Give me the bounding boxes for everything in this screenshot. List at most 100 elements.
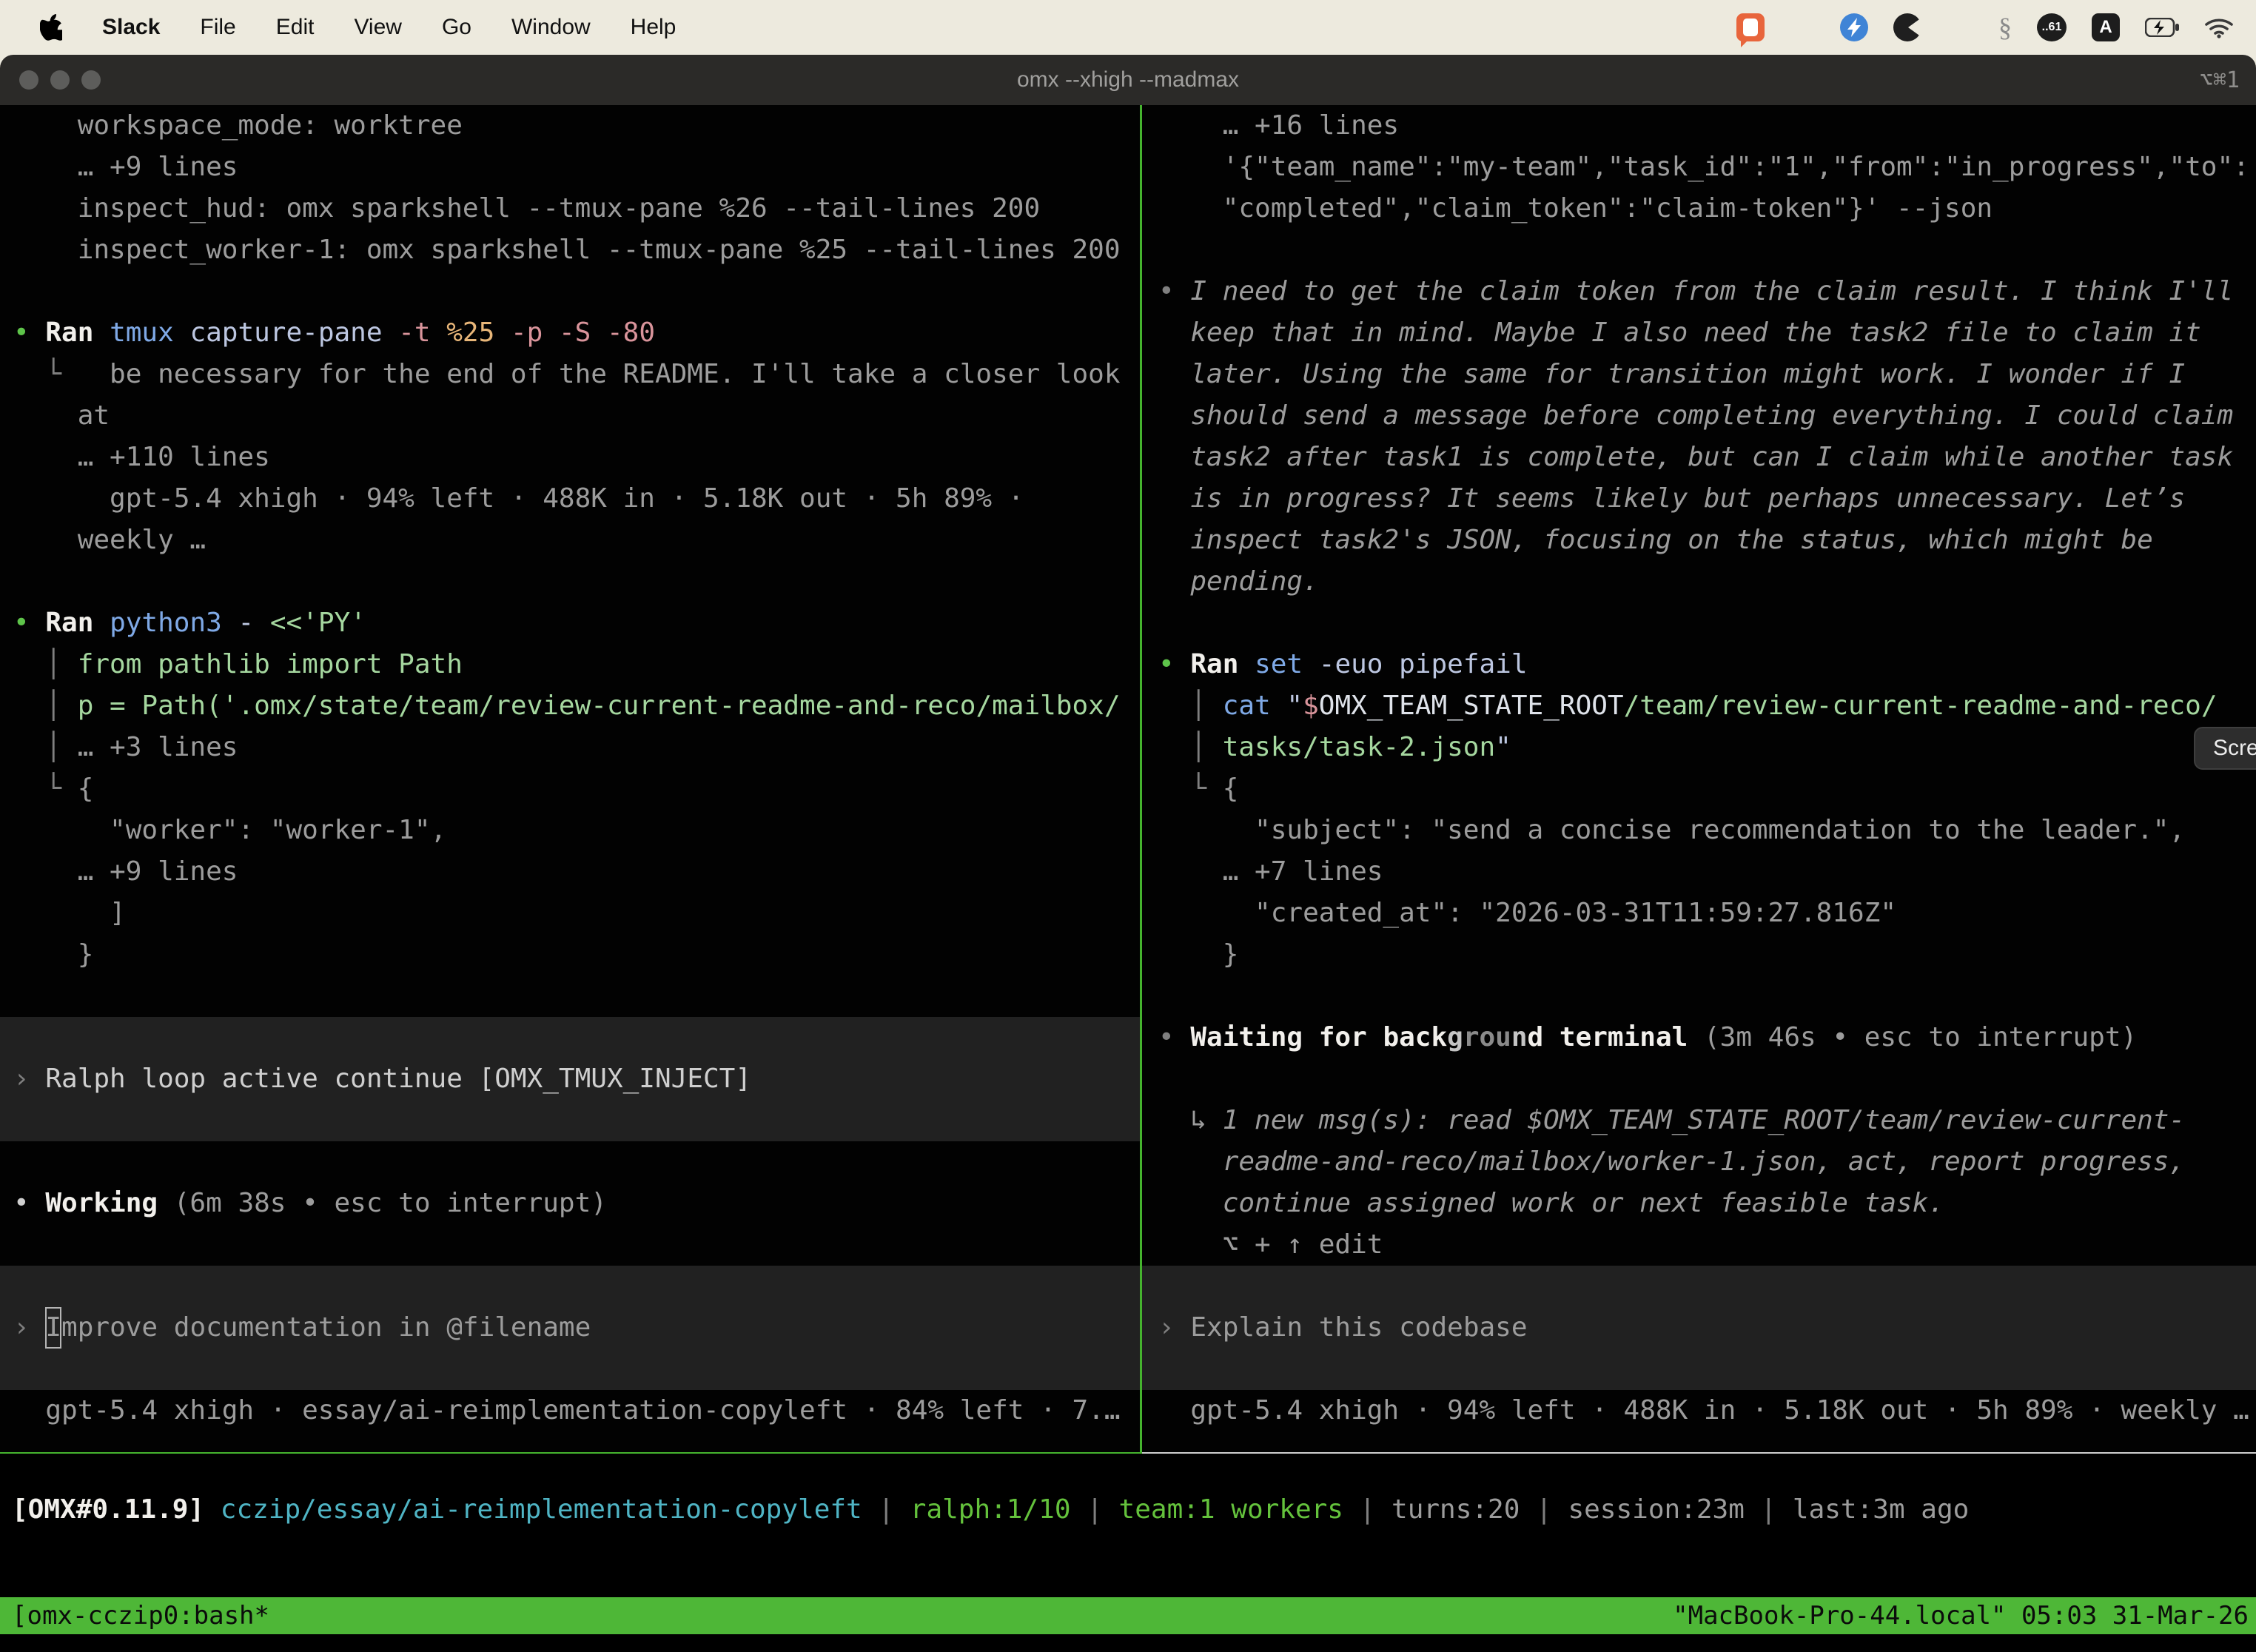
minimize-button[interactable] bbox=[50, 70, 70, 90]
text-segment: | bbox=[878, 1494, 910, 1525]
squiggle-icon[interactable]: § bbox=[1998, 14, 2012, 41]
zoom-button[interactable] bbox=[81, 70, 101, 90]
terminal-line bbox=[0, 1141, 1140, 1183]
edit-hint: ⌥ + ↑ edit bbox=[1142, 1224, 2256, 1266]
terminal-line: gpt-5.4 xhigh · 94% left · 488K in · 5.1… bbox=[0, 478, 1140, 520]
menu-app-name[interactable]: Slack bbox=[102, 15, 160, 40]
text-segment: • bbox=[13, 1188, 45, 1218]
text-segment: gpt-5.4 xhigh · 94% left · 488K in · 5.1… bbox=[13, 483, 1024, 514]
right-pane-log: … +16 lines '{"team_name":"my-team","tas… bbox=[1142, 105, 2256, 976]
text-segment: inspect_hud: omx sparkshell --tmux-pane … bbox=[13, 193, 1040, 224]
text-segment: Ran bbox=[1190, 649, 1255, 679]
tmux-window-label[interactable]: [omx-cczip0:bash* bbox=[12, 1601, 269, 1631]
wifi-icon[interactable] bbox=[2204, 16, 2234, 38]
terminal-line: ] bbox=[0, 893, 1140, 934]
dots-grid-icon[interactable] bbox=[1947, 14, 1973, 41]
text-segment: should send a message before completing … bbox=[1158, 400, 2233, 431]
text-segment: is in progress? It seems likely but perh… bbox=[1158, 483, 2185, 514]
text-segment: • bbox=[1158, 649, 1190, 679]
text-segment: └ bbox=[13, 359, 110, 389]
text-segment: g bbox=[1447, 1022, 1463, 1052]
terminal-panes: workspace_mode: worktree … +9 lines insp… bbox=[0, 105, 2256, 1454]
terminal-line: '{"team_name":"my-team","task_id":"1","f… bbox=[1142, 147, 2256, 188]
menu-item-view[interactable]: View bbox=[354, 15, 401, 40]
text-segment: Waiting for back bbox=[1190, 1022, 1447, 1052]
left-pane-working: • Working (6m 38s • esc to interrupt) bbox=[0, 1141, 1140, 1224]
terminal-line: └ { bbox=[1142, 768, 2256, 810]
terminal-line: │ p = Path('.omx/state/team/review-curre… bbox=[0, 685, 1140, 727]
terminal-line: "subject": "send a concise recommendatio… bbox=[1142, 810, 2256, 851]
screen: { "menu_bar": { "app_name": "Slack", "it… bbox=[0, 0, 2256, 1652]
right-terminal-pane[interactable]: … +16 lines '{"team_name":"my-team","tas… bbox=[1142, 105, 2256, 1454]
text-segment: inspect_worker-1: omx sparkshell --tmux-… bbox=[13, 235, 1121, 265]
text-segment: | bbox=[1536, 1494, 1568, 1525]
screenshot-chat-icon[interactable] bbox=[1736, 13, 1765, 41]
terminal-line: • Ran set -euo pipefail bbox=[1142, 644, 2256, 685]
terminal-line: │ tasks/task-2.json" bbox=[1142, 727, 2256, 768]
terminal-line bbox=[1142, 229, 2256, 271]
screen-tooltip: Scre bbox=[2194, 727, 2256, 770]
left-input-area[interactable]: › Improve documentation in @filename bbox=[0, 1266, 1140, 1390]
text-segment: - bbox=[238, 608, 269, 638]
terminal-line bbox=[1142, 976, 2256, 1017]
text-segment: last:3m ago bbox=[1793, 1494, 1969, 1525]
text-segment: inspect task2's JSON, focusing on the st… bbox=[1158, 525, 2153, 555]
terminal-line: workspace_mode: worktree bbox=[0, 105, 1140, 147]
circle-61-icon[interactable]: ..61 bbox=[2037, 13, 2067, 41]
text-segment: -80 bbox=[607, 318, 655, 348]
terminal-line: pending. bbox=[1142, 561, 2256, 602]
text-segment: ↳ bbox=[1158, 1105, 1223, 1135]
text-segment: python3 bbox=[110, 608, 238, 638]
right-input-area[interactable]: › Explain this codebase bbox=[1142, 1266, 2256, 1390]
grid-shield-icon[interactable] bbox=[1790, 14, 1815, 41]
terminal-line: "completed","claim_token":"claim-token"}… bbox=[1142, 188, 2256, 229]
text-segment: | bbox=[1761, 1494, 1793, 1525]
battery-icon[interactable] bbox=[2145, 18, 2179, 37]
terminal-line: … +9 lines bbox=[0, 851, 1140, 893]
model-status-right: gpt-5.4 xhigh · 94% left · 488K in · 5.1… bbox=[1142, 1390, 2256, 1431]
menu-item-go[interactable]: Go bbox=[442, 15, 471, 40]
contrast-circle-icon[interactable] bbox=[1893, 13, 1921, 41]
text-segment: (3m 46s • esc to interrupt) bbox=[1704, 1022, 2137, 1052]
left-terminal-pane[interactable]: workspace_mode: worktree … +9 lines insp… bbox=[0, 105, 1142, 1454]
text-segment: task2 after task1 is complete, but can I… bbox=[1158, 442, 2233, 472]
text-segment: • bbox=[13, 318, 45, 348]
text-segment: readme-and-reco/mailbox/worker-1.json, a… bbox=[1158, 1146, 2185, 1177]
text-segment: │ bbox=[13, 691, 78, 721]
blue-badge-icon[interactable] bbox=[1840, 13, 1868, 41]
macos-menu-bar: Slack File Edit View Go Window Help § ..… bbox=[0, 0, 2256, 55]
text-segment: { bbox=[78, 773, 94, 804]
menu-item-window[interactable]: Window bbox=[511, 15, 591, 40]
text-segment: <<'PY' bbox=[270, 608, 366, 638]
text-segment: from pathlib import Path bbox=[78, 649, 463, 679]
keyboard-a-icon[interactable]: A bbox=[2092, 13, 2120, 41]
terminal-line: │ … +3 lines bbox=[0, 727, 1140, 768]
text-segment: ] bbox=[13, 898, 126, 928]
terminal-line bbox=[1142, 602, 2256, 644]
text-segment: turns:20 bbox=[1391, 1494, 1536, 1525]
window-titlebar[interactable]: omx --xhigh --madmax ⌥⌘1 bbox=[0, 55, 2256, 105]
text-segment: cat bbox=[1223, 691, 1287, 721]
apple-menu-icon[interactable] bbox=[40, 14, 62, 41]
text-segment: workspace_mode: worktree bbox=[13, 110, 463, 141]
text-segment: } bbox=[13, 939, 93, 970]
omx-status-line: [OMX#0.11.9] cczip/essay/ai-reimplementa… bbox=[0, 1489, 2256, 1531]
tmux-host-clock: "MacBook-Pro-44.local" 05:03 31-Mar-26 bbox=[1673, 1601, 2249, 1631]
text-segment: › bbox=[1158, 1312, 1190, 1343]
text-segment: › bbox=[13, 1064, 45, 1094]
text-segment: session:23m bbox=[1568, 1494, 1760, 1525]
menu-item-help[interactable]: Help bbox=[631, 15, 677, 40]
text-segment: { bbox=[1223, 773, 1239, 804]
terminal-line: task2 after task1 is complete, but can I… bbox=[1142, 437, 2256, 478]
menu-item-file[interactable]: File bbox=[200, 15, 235, 40]
terminal-line: "worker": "worker-1", bbox=[0, 810, 1140, 851]
waiting-status: • Waiting for background terminal (3m 46… bbox=[1142, 1017, 2256, 1058]
text-segment: Working bbox=[45, 1188, 173, 1218]
menu-item-edit[interactable]: Edit bbox=[276, 15, 315, 40]
text-segment: │ bbox=[13, 649, 78, 679]
close-button[interactable] bbox=[19, 70, 38, 90]
text-segment: … +110 lines bbox=[13, 442, 270, 472]
text-segment: -euo pipefail bbox=[1319, 649, 1528, 679]
terminal-line: • Ran tmux capture-pane -t %25 -p -S -80 bbox=[0, 312, 1140, 354]
text-segment: └ bbox=[1158, 773, 1223, 804]
